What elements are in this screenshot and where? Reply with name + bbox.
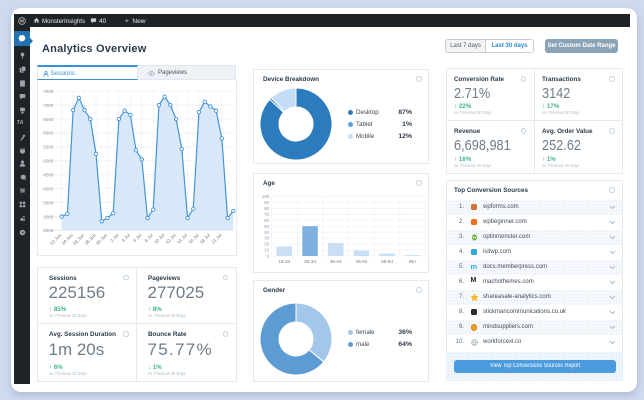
svg-text:W: W bbox=[20, 18, 25, 23]
svg-text:14 Jul: 14 Jul bbox=[176, 233, 188, 245]
svg-text:6 Jul: 6 Jul bbox=[132, 233, 142, 243]
svg-text:2500: 2500 bbox=[43, 228, 54, 233]
svg-text:55-64: 55-64 bbox=[381, 259, 393, 264]
svg-text:30: 30 bbox=[264, 236, 269, 241]
svg-text:7000: 7000 bbox=[43, 103, 54, 108]
svg-text:35-44: 35-44 bbox=[329, 259, 341, 264]
svg-text:2 Jul: 2 Jul bbox=[109, 233, 119, 243]
svg-text:60: 60 bbox=[264, 218, 269, 223]
svg-text:18 Jul: 18 Jul bbox=[199, 233, 211, 245]
svg-text:25-34: 25-34 bbox=[304, 259, 316, 264]
svg-text:45-54: 45-54 bbox=[355, 259, 367, 264]
svg-text:65+: 65+ bbox=[408, 259, 416, 264]
svg-text:40: 40 bbox=[264, 230, 269, 235]
svg-text:21 Jul: 21 Jul bbox=[210, 233, 222, 245]
svg-text:7500: 7500 bbox=[43, 89, 54, 94]
svg-text:10 Jul: 10 Jul bbox=[153, 233, 165, 245]
svg-text:6500: 6500 bbox=[43, 117, 54, 122]
svg-text:80: 80 bbox=[264, 206, 269, 211]
svg-text:4 Jul: 4 Jul bbox=[121, 233, 131, 243]
svg-text:0: 0 bbox=[266, 254, 269, 259]
svg-text:3500: 3500 bbox=[43, 200, 54, 205]
svg-text:6000: 6000 bbox=[43, 131, 54, 136]
svg-text:20: 20 bbox=[264, 242, 269, 247]
svg-text:90: 90 bbox=[264, 200, 269, 205]
svg-text:3000: 3000 bbox=[43, 214, 54, 219]
svg-text:18-24: 18-24 bbox=[278, 259, 290, 264]
svg-text:100: 100 bbox=[261, 194, 269, 199]
svg-text:5000: 5000 bbox=[43, 159, 54, 164]
svg-text:12 Jul: 12 Jul bbox=[165, 233, 177, 245]
svg-text:16 Jul: 16 Jul bbox=[187, 233, 199, 245]
svg-text:10: 10 bbox=[264, 248, 269, 253]
svg-text:4500: 4500 bbox=[43, 172, 54, 177]
svg-text:4000: 4000 bbox=[43, 186, 54, 191]
svg-text:70: 70 bbox=[264, 212, 269, 217]
svg-text:30 Jun: 30 Jun bbox=[95, 232, 109, 246]
svg-text:50: 50 bbox=[264, 224, 269, 229]
svg-text:5500: 5500 bbox=[43, 145, 54, 150]
